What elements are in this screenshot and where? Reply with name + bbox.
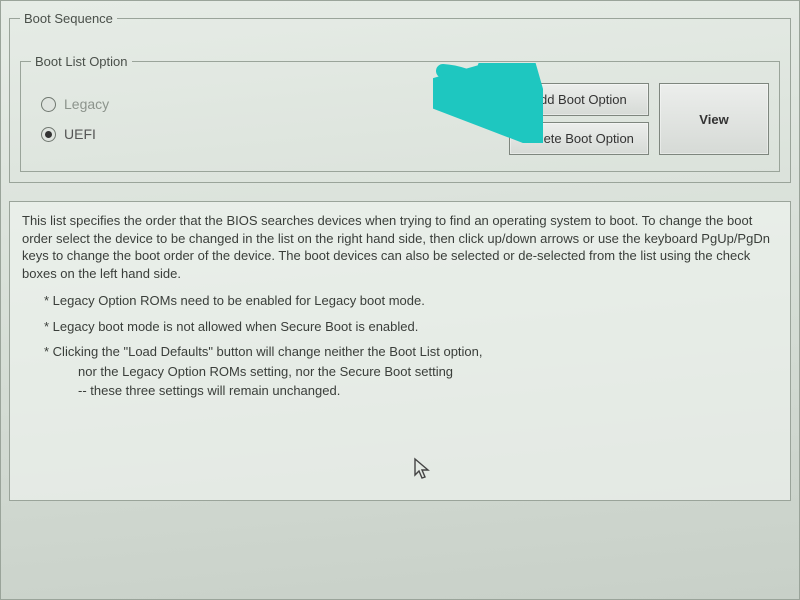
boot-list-option-group: Boot List Option Legacy UEFI Add Boot Op… — [20, 54, 780, 172]
description-bullet-2: Legacy boot mode is not allowed when Sec… — [44, 318, 778, 336]
boot-list-option-legend: Boot List Option — [31, 54, 132, 69]
description-panel: This list specifies the order that the B… — [9, 201, 791, 501]
uefi-radio-label: UEFI — [64, 126, 96, 142]
description-bullet-3-line-2: nor the Legacy Option ROMs setting, nor … — [78, 363, 778, 381]
delete-boot-option-button[interactable]: Delete Boot Option — [509, 122, 649, 155]
view-button[interactable]: View — [659, 83, 769, 155]
add-boot-option-button[interactable]: Add Boot Option — [509, 83, 649, 116]
radio-icon — [41, 97, 56, 112]
description-bullet-3-line-3: -- these three settings will remain unch… — [78, 382, 778, 400]
uefi-radio-row[interactable]: UEFI — [41, 126, 109, 142]
description-bullet-3-line-1: Clicking the "Load Defaults" button will… — [44, 343, 778, 361]
boot-sequence-legend: Boot Sequence — [20, 11, 117, 26]
legacy-radio-label: Legacy — [64, 96, 109, 112]
boot-sequence-group: Boot Sequence Boot List Option Legacy UE… — [9, 11, 791, 183]
radio-icon — [41, 127, 56, 142]
description-bullet-1: Legacy Option ROMs need to be enabled fo… — [44, 292, 778, 310]
bios-window: Boot Sequence Boot List Option Legacy UE… — [0, 0, 800, 600]
description-intro: This list specifies the order that the B… — [22, 212, 778, 282]
legacy-radio-row[interactable]: Legacy — [41, 96, 109, 112]
